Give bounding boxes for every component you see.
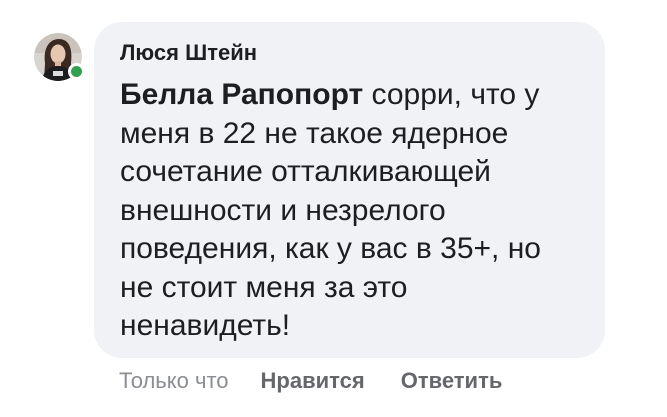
comment-actions: Только что Нравится Ответить bbox=[119, 368, 502, 396]
avatar-container[interactable] bbox=[34, 33, 85, 81]
comment-text-line: Белла Рапопорт сорри, что у bbox=[120, 76, 590, 115]
online-status-icon bbox=[68, 63, 85, 80]
comment-text-line: поведения, как у вас в 35+, но bbox=[120, 232, 541, 265]
comment-text-line: ненавидеть! bbox=[120, 309, 291, 342]
mention-link[interactable]: Белла Рапопорт bbox=[120, 78, 363, 111]
like-button[interactable]: Нравится bbox=[261, 368, 365, 394]
comment-bubble: Люся Штейн Белла Рапопорт сорри, что у м… bbox=[94, 22, 605, 358]
comment-text-line: меня в 22 не такое ядерное bbox=[120, 116, 509, 150]
comment-text-segment: сорри, что у bbox=[363, 78, 540, 111]
comment: Люся Штейн Белла Рапопорт сорри, что у м… bbox=[0, 0, 667, 417]
reply-button[interactable]: Ответить bbox=[401, 368, 503, 394]
comment-timestamp[interactable]: Только что bbox=[119, 368, 229, 394]
comment-text-line: сочетание отталкивающей bbox=[120, 155, 491, 188]
comment-text-line: не стоит меня за это bbox=[120, 270, 408, 304]
comment-text-line: внешности и незрелого bbox=[120, 193, 446, 227]
comment-author-link[interactable]: Люся Штейн bbox=[120, 40, 257, 66]
comment-text: Белла Рапопорт сорри, что у меня в 22 не… bbox=[120, 76, 590, 346]
